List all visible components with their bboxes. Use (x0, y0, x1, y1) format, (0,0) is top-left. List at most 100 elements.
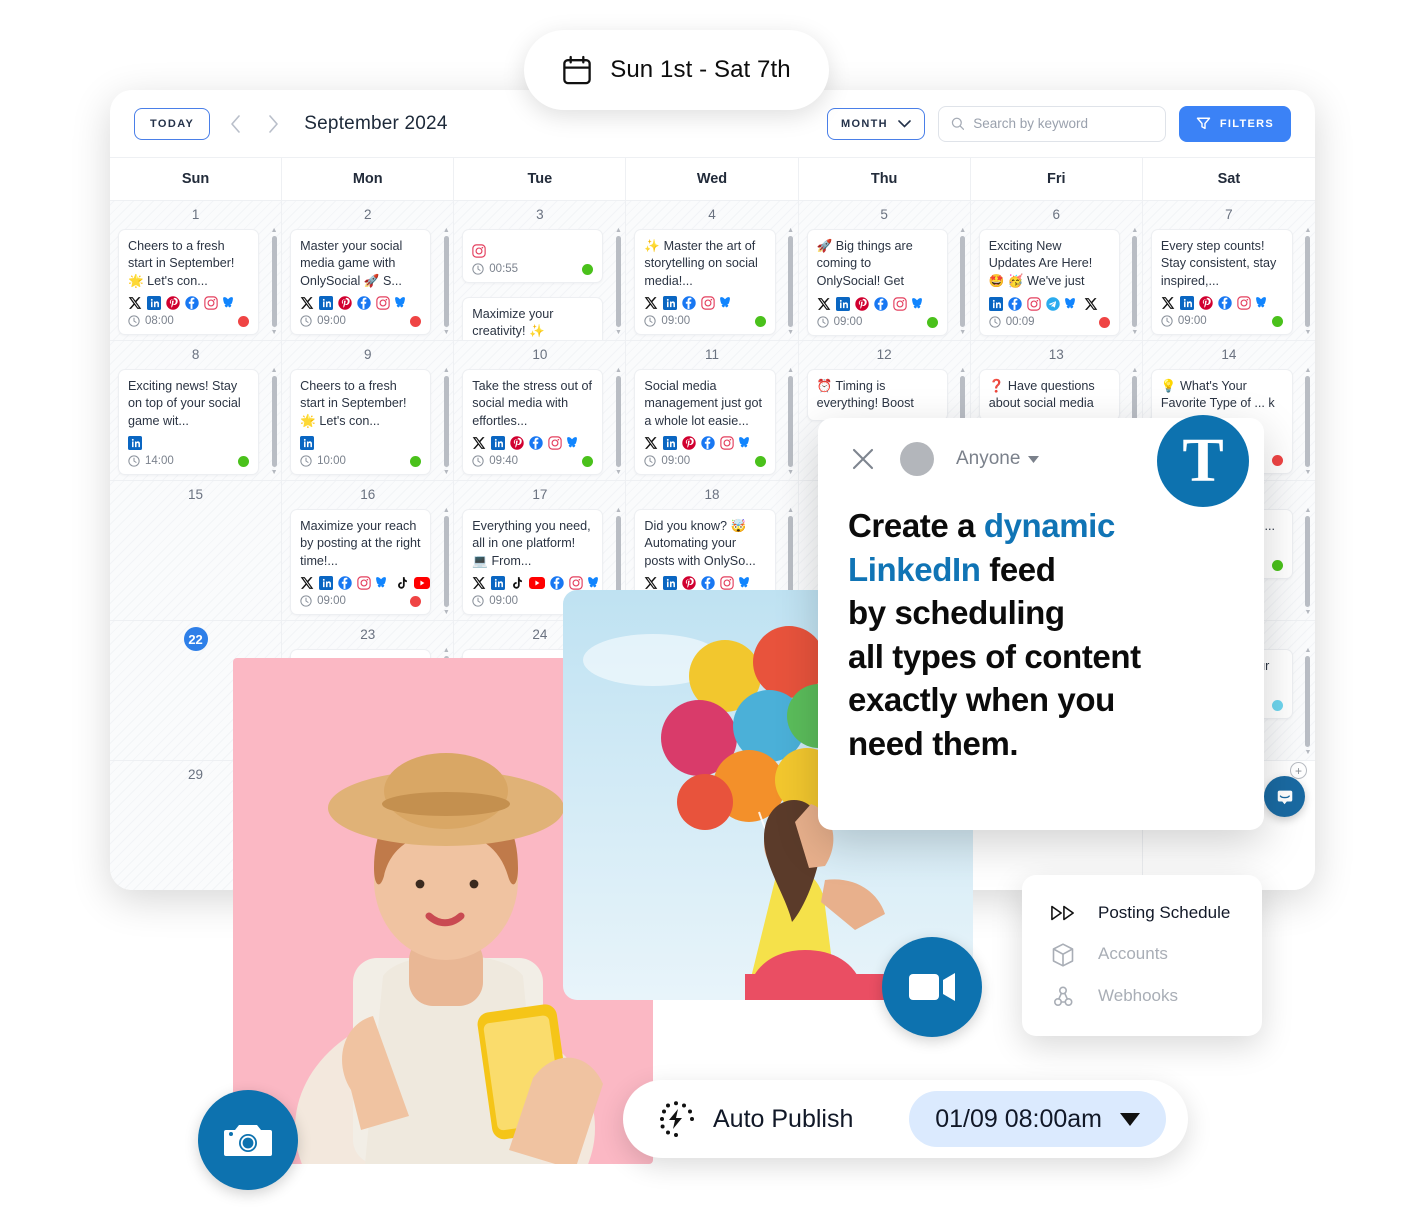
cell-scrollbar[interactable]: ▲▼ (270, 227, 278, 336)
text-tool-bubble[interactable]: T (1157, 415, 1249, 507)
menu-item-accounts[interactable]: Accounts (1022, 934, 1262, 976)
scroll-thumb[interactable] (788, 236, 794, 327)
camera-fab-button[interactable] (198, 1090, 298, 1190)
calendar-day-cell[interactable]: 5 🚀 Big things are coming to OnlySocial! … (798, 201, 971, 341)
scroll-thumb[interactable] (960, 236, 966, 327)
cell-scrollbar[interactable]: ▲▼ (1304, 507, 1312, 616)
next-month-icon[interactable] (260, 111, 286, 137)
scroll-down-arrow[interactable]: ▼ (1305, 329, 1312, 336)
calendar-day-cell[interactable]: 7 Every step counts! Stay consistent, sta… (1142, 201, 1315, 341)
cell-scrollbar[interactable]: ▲▼ (614, 227, 622, 336)
cell-scrollbar[interactable]: ▲▼ (442, 227, 450, 336)
post-card[interactable]: Social media management just got a whole… (634, 369, 776, 476)
view-mode-select[interactable]: MONTH (827, 107, 925, 140)
scroll-up-arrow[interactable]: ▲ (1305, 367, 1312, 374)
post-card[interactable]: ✨ Master the art of storytelling on soci… (634, 229, 776, 336)
scroll-up-arrow[interactable]: ▲ (443, 647, 450, 654)
scroll-down-arrow[interactable]: ▼ (443, 329, 450, 336)
search-input[interactable] (973, 116, 1153, 131)
scroll-thumb[interactable] (443, 376, 449, 467)
scroll-down-arrow[interactable]: ▼ (443, 469, 450, 476)
scroll-thumb[interactable] (443, 516, 449, 607)
scroll-up-arrow[interactable]: ▲ (1305, 227, 1312, 234)
scroll-up-arrow[interactable]: ▲ (959, 367, 966, 374)
scroll-thumb[interactable] (271, 236, 277, 327)
scroll-up-arrow[interactable]: ▲ (1131, 367, 1138, 374)
cell-scrollbar[interactable]: ▲▼ (442, 507, 450, 616)
scroll-down-arrow[interactable]: ▼ (615, 329, 622, 336)
post-card[interactable]: ❓ Have questions about social media (978, 369, 1120, 421)
scroll-down-arrow[interactable]: ▼ (959, 329, 966, 336)
cell-scrollbar[interactable]: ▲▼ (787, 367, 795, 476)
cell-scrollbar[interactable]: ▲▼ (959, 227, 967, 336)
post-card[interactable]: Exciting news! Stay on top of your socia… (118, 369, 260, 476)
scroll-up-arrow[interactable]: ▲ (787, 227, 794, 234)
cell-scrollbar[interactable]: ▲▼ (1131, 227, 1139, 336)
scroll-up-arrow[interactable]: ▲ (443, 507, 450, 514)
scroll-thumb[interactable] (615, 376, 621, 467)
video-fab-button[interactable] (882, 937, 982, 1037)
calendar-day-cell[interactable]: 11 Social media management just got a who… (626, 341, 799, 481)
calendar-day-cell[interactable]: 6 Exciting New Updates Are Here! 🤩 🥳 We'v… (970, 201, 1143, 341)
filters-button[interactable]: FILTERS (1178, 105, 1291, 142)
scroll-thumb[interactable] (1132, 236, 1138, 327)
post-card[interactable]: Exciting New Updates Are Here! 🤩 🥳 We've… (978, 229, 1120, 336)
scroll-up-arrow[interactable]: ▲ (443, 227, 450, 234)
scroll-thumb[interactable] (788, 376, 794, 467)
scroll-up-arrow[interactable]: ▲ (787, 367, 794, 374)
cell-scrollbar[interactable]: ▲▼ (1304, 647, 1312, 756)
calendar-day-cell[interactable]: 2 Master your social media game with Only… (282, 201, 455, 341)
scroll-up-arrow[interactable]: ▲ (1131, 227, 1138, 234)
scroll-thumb[interactable] (1305, 656, 1311, 747)
scroll-down-arrow[interactable]: ▼ (443, 609, 450, 616)
cell-scrollbar[interactable]: ▲▼ (442, 367, 450, 476)
scroll-thumb[interactable] (615, 236, 621, 327)
scroll-up-arrow[interactable]: ▲ (1305, 507, 1312, 514)
scroll-thumb[interactable] (271, 376, 277, 467)
post-card[interactable]: Cheers to a fresh start in September! 🌟 … (118, 229, 260, 336)
scroll-up-arrow[interactable]: ▲ (271, 227, 278, 234)
scroll-up-arrow[interactable]: ▲ (615, 367, 622, 374)
scroll-up-arrow[interactable]: ▲ (787, 507, 794, 514)
scroll-up-arrow[interactable]: ▲ (615, 507, 622, 514)
calendar-day-cell[interactable]: 8 Exciting news! Stay on top of your soci… (110, 341, 283, 481)
scroll-thumb[interactable] (443, 236, 449, 327)
cell-scrollbar[interactable]: ▲▼ (787, 227, 795, 336)
scroll-down-arrow[interactable]: ▼ (1305, 749, 1312, 756)
scroll-thumb[interactable] (1305, 236, 1311, 327)
prev-month-icon[interactable] (222, 111, 248, 137)
intercom-chat-button[interactable] (1264, 776, 1305, 817)
scroll-down-arrow[interactable]: ▼ (1305, 609, 1312, 616)
audience-select[interactable]: Anyone (956, 448, 1040, 470)
menu-item-posting-schedule[interactable]: Posting Schedule (1022, 893, 1262, 934)
calendar-day-cell[interactable]: 15 (110, 481, 283, 621)
scroll-thumb[interactable] (1305, 376, 1311, 467)
scroll-down-arrow[interactable]: ▼ (271, 329, 278, 336)
post-card[interactable]: Master your social media game with OnlyS… (290, 229, 432, 336)
calendar-day-cell[interactable]: 9 Cheers to a fresh start in September! 🌟… (282, 341, 455, 481)
today-button[interactable]: TODAY (134, 107, 211, 140)
cell-scrollbar[interactable]: ▲▼ (270, 367, 278, 476)
scroll-down-arrow[interactable]: ▼ (1131, 329, 1138, 336)
post-card[interactable]: Take the stress out of social media with… (462, 369, 604, 476)
post-card[interactable]: Did you know? 🤯 Automating your posts wi… (634, 509, 776, 599)
calendar-day-cell[interactable]: 1 Cheers to a fresh start in September! 🌟… (110, 201, 283, 341)
scroll-up-arrow[interactable]: ▲ (443, 367, 450, 374)
calendar-day-cell[interactable]: 16 Maximize your reach by posting at the … (282, 481, 455, 621)
scroll-down-arrow[interactable]: ▼ (1305, 469, 1312, 476)
post-card[interactable]: 🚀 Big things are coming to OnlySocial! G… (806, 229, 948, 336)
search-box[interactable] (937, 105, 1166, 142)
scroll-up-arrow[interactable]: ▲ (959, 227, 966, 234)
scroll-thumb[interactable] (1305, 516, 1311, 607)
scroll-down-arrow[interactable]: ▼ (615, 469, 622, 476)
post-card[interactable]: ⏰ Timing is everything! Boost (806, 369, 948, 421)
scroll-down-arrow[interactable]: ▼ (787, 469, 794, 476)
scroll-down-arrow[interactable]: ▼ (271, 469, 278, 476)
publish-datetime-select[interactable]: 01/09 08:00am (909, 1091, 1166, 1147)
close-icon[interactable] (848, 444, 878, 474)
scroll-up-arrow[interactable]: ▲ (615, 227, 622, 234)
scroll-up-arrow[interactable]: ▲ (271, 367, 278, 374)
add-plus-badge-icon[interactable]: + (1290, 762, 1307, 779)
post-card[interactable]: Maximize your creativity! ✨ (462, 297, 604, 340)
calendar-day-cell[interactable]: 4 ✨ Master the art of storytelling on soc… (626, 201, 799, 341)
